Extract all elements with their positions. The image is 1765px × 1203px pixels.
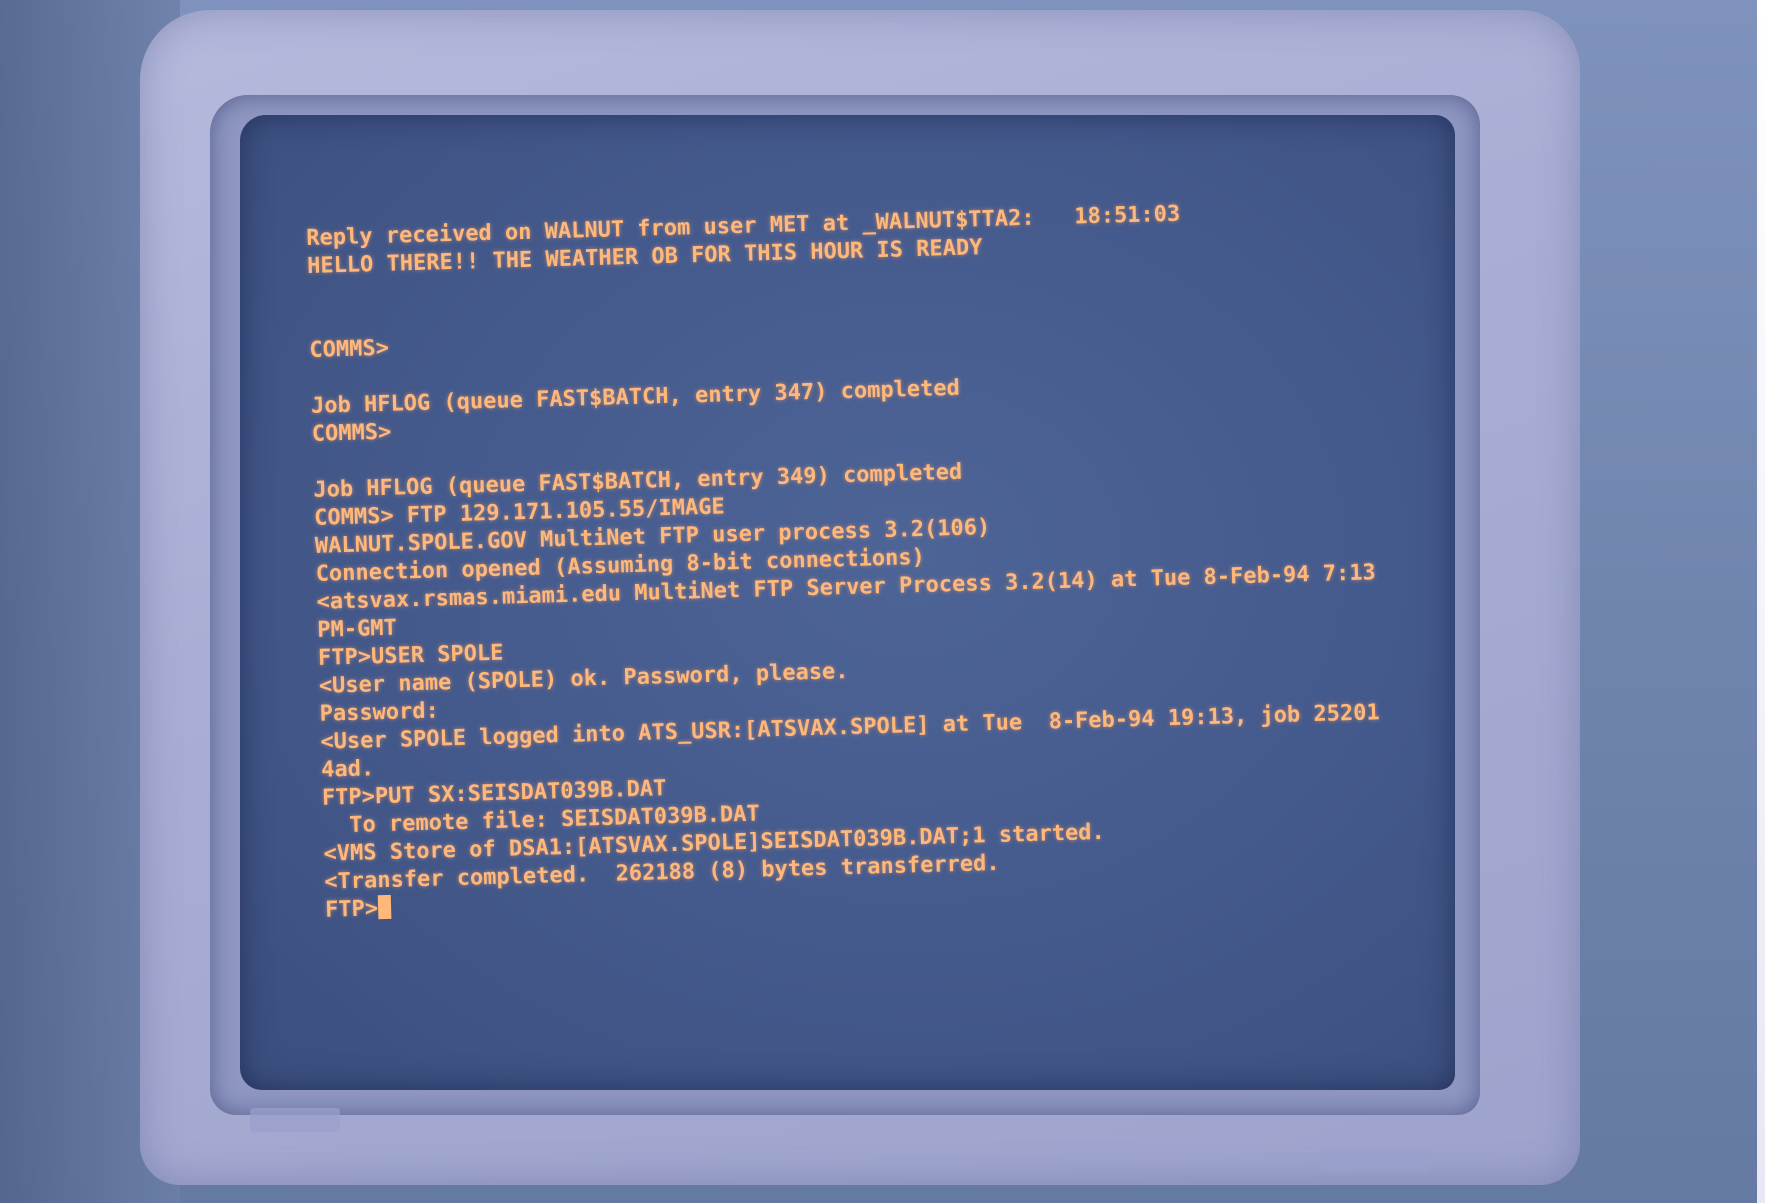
crt-screen: Reply received on WALNUT from user MET a… [240,115,1455,1090]
ftp-prompt: FTP> [324,896,379,923]
text-cursor [377,894,392,920]
monitor-brand-badge [250,1108,340,1132]
photo-border [1757,0,1765,1203]
terminal-output[interactable]: Reply received on WALNUT from user MET a… [306,193,1455,925]
photo-scene: Reply received on WALNUT from user MET a… [0,0,1765,1203]
monitor-model-badge [1320,1150,1430,1172]
